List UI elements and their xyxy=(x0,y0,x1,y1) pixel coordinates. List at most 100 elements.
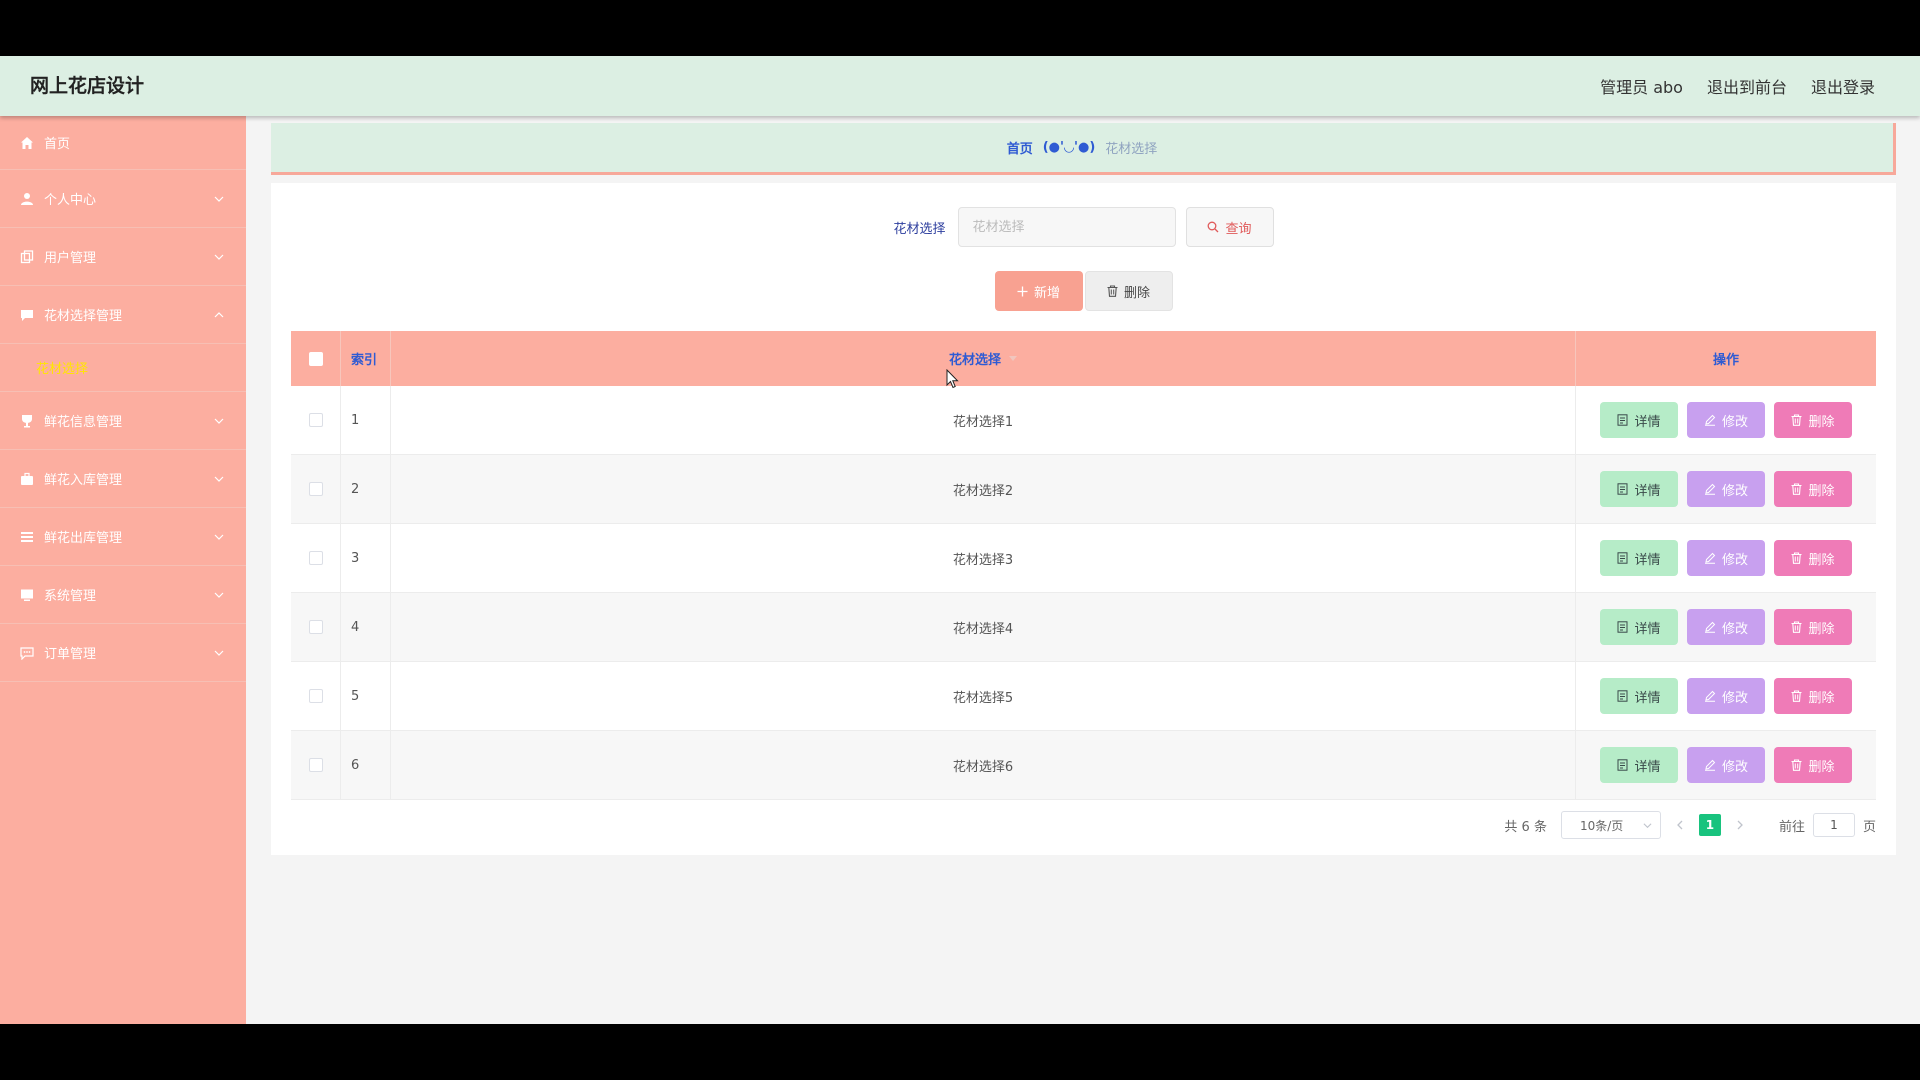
chevron-down-icon xyxy=(1643,823,1652,829)
detail-button[interactable]: 详情 xyxy=(1600,540,1678,576)
sort-caret-icon[interactable] xyxy=(1009,356,1017,361)
delete-button[interactable]: 删除 xyxy=(1774,609,1852,645)
edit-button-label: 修改 xyxy=(1721,483,1748,499)
row-checkbox[interactable] xyxy=(308,482,323,496)
table-header: 索引 花材选择 操作 xyxy=(291,331,1876,386)
breadcrumb: 首页 (●'◡'●) 花材选择 xyxy=(271,123,1896,175)
row-index: 6 xyxy=(341,731,391,799)
submenu-item-flower-material[interactable]: 花材选择 xyxy=(0,344,246,392)
document-icon xyxy=(1617,690,1628,702)
chat-icon xyxy=(20,308,34,322)
goto-page-input[interactable] xyxy=(1812,813,1855,837)
select-all-checkbox[interactable] xyxy=(308,351,323,366)
edit-button[interactable]: 修改 xyxy=(1687,747,1765,783)
add-button-label: 新增 xyxy=(1033,285,1060,301)
detail-button-label: 详情 xyxy=(1634,552,1661,568)
edit-icon xyxy=(1704,414,1716,426)
document-icon xyxy=(1617,414,1628,426)
row-index: 4 xyxy=(341,593,391,661)
data-table: 索引 花材选择 操作 1 花材选择1 详情 修改 删除 2 花材选择2 详情 修… xyxy=(291,331,1876,800)
sidebar-item-flower-stock-in-management[interactable]: 鲜花入库管理 xyxy=(0,450,246,508)
edit-button[interactable]: 修改 xyxy=(1687,471,1765,507)
detail-button-label: 详情 xyxy=(1634,414,1661,430)
row-name: 花材选择4 xyxy=(391,593,1576,661)
search-input[interactable] xyxy=(957,207,1176,247)
trash-icon xyxy=(1791,759,1802,771)
table-row: 3 花材选择3 详情 修改 删除 xyxy=(291,524,1876,593)
search-label: 花材选择 xyxy=(893,221,946,237)
action-bar: 新增 删除 xyxy=(271,271,1896,311)
trash-icon xyxy=(1791,621,1802,633)
delete-button[interactable]: 删除 xyxy=(1774,402,1852,438)
search-icon xyxy=(1208,221,1219,233)
logout-link[interactable]: 退出登录 xyxy=(1811,74,1875,98)
delete-button[interactable]: 删除 xyxy=(1774,747,1852,783)
batch-delete-button[interactable]: 删除 xyxy=(1084,271,1173,311)
sidebar-item-order-management[interactable]: 订单管理 xyxy=(0,624,246,682)
edit-button-label: 修改 xyxy=(1721,621,1748,637)
sidebar-item-flower-info-management[interactable]: 鲜花信息管理 xyxy=(0,392,246,450)
row-checkbox[interactable] xyxy=(308,689,323,703)
detail-button[interactable]: 详情 xyxy=(1600,609,1678,645)
detail-button-label: 详情 xyxy=(1634,483,1661,499)
trash-icon xyxy=(1791,414,1802,426)
column-header-ops: 操作 xyxy=(1712,353,1739,368)
table-row: 4 花材选择4 详情 修改 删除 xyxy=(291,593,1876,662)
chevron-down-icon xyxy=(214,534,224,540)
detail-button[interactable]: 详情 xyxy=(1600,471,1678,507)
sidebar-item-home[interactable]: 首页 xyxy=(0,116,246,170)
column-header-name[interactable]: 花材选择 xyxy=(391,331,1576,386)
detail-button[interactable]: 详情 xyxy=(1600,678,1678,714)
page-number-current[interactable]: 1 xyxy=(1698,814,1721,836)
admin-user-link[interactable]: 管理员 abo xyxy=(1600,74,1683,98)
add-button[interactable]: 新增 xyxy=(994,271,1083,311)
edit-button-label: 修改 xyxy=(1721,552,1748,568)
chevron-down-icon xyxy=(214,196,224,202)
row-index: 3 xyxy=(341,524,391,592)
edit-icon xyxy=(1704,690,1716,702)
topbar: 网上花店设计 管理员 abo 退出到前台 退出登录 xyxy=(0,56,1920,116)
delete-button-label: 删除 xyxy=(1808,483,1835,499)
delete-button[interactable]: 删除 xyxy=(1774,471,1852,507)
breadcrumb-home[interactable]: 首页 xyxy=(1007,138,1033,157)
row-name: 花材选择5 xyxy=(391,662,1576,730)
prev-page-button[interactable] xyxy=(1669,814,1691,836)
edit-button[interactable]: 修改 xyxy=(1687,609,1765,645)
sidebar-item-system-management[interactable]: 系统管理 xyxy=(0,566,246,624)
page-size-select[interactable]: 10条/页 xyxy=(1560,811,1661,839)
edit-button[interactable]: 修改 xyxy=(1687,540,1765,576)
row-index: 2 xyxy=(341,455,391,523)
document-icon xyxy=(1617,483,1628,495)
goto-unit: 页 xyxy=(1862,819,1876,835)
sidebar-item-flower-material-management[interactable]: 花材选择管理 xyxy=(0,286,246,344)
edit-icon xyxy=(1704,483,1716,495)
sidebar-item-user-management[interactable]: 用户管理 xyxy=(0,228,246,286)
row-checkbox[interactable] xyxy=(308,620,323,634)
detail-button[interactable]: 详情 xyxy=(1600,747,1678,783)
edit-button[interactable]: 修改 xyxy=(1687,402,1765,438)
next-page-button[interactable] xyxy=(1729,814,1751,836)
delete-button[interactable]: 删除 xyxy=(1774,540,1852,576)
row-checkbox[interactable] xyxy=(308,413,323,427)
delete-button-label: 删除 xyxy=(1808,552,1835,568)
chevron-right-icon xyxy=(1737,820,1743,830)
menu-icon xyxy=(20,530,34,544)
document-icon xyxy=(1617,552,1628,564)
delete-button[interactable]: 删除 xyxy=(1774,678,1852,714)
row-checkbox[interactable] xyxy=(308,551,323,565)
trash-icon xyxy=(1107,285,1118,297)
content-panel: 花材选择 查询 新增 删除 xyxy=(271,183,1896,855)
delete-button-label: 删除 xyxy=(1808,690,1835,706)
sidebar-item-flower-stock-out-management[interactable]: 鲜花出库管理 xyxy=(0,508,246,566)
app-window: 网上花店设计 管理员 abo 退出到前台 退出登录 首页 个人中心 用户管理 花… xyxy=(0,56,1920,1024)
app-title: 网上花店设计 xyxy=(30,75,145,97)
edit-button[interactable]: 修改 xyxy=(1687,678,1765,714)
row-checkbox[interactable] xyxy=(308,758,323,772)
edit-button-label: 修改 xyxy=(1721,759,1748,775)
query-button[interactable]: 查询 xyxy=(1185,207,1274,247)
exit-to-frontend-link[interactable]: 退出到前台 xyxy=(1707,74,1787,98)
topbar-links: 管理员 abo 退出到前台 退出登录 xyxy=(1600,56,1875,116)
detail-button[interactable]: 详情 xyxy=(1600,402,1678,438)
sidebar-item-personal-center[interactable]: 个人中心 xyxy=(0,170,246,228)
pagination: 共 6 条 10条/页 1 前往 页 xyxy=(1504,811,1876,839)
